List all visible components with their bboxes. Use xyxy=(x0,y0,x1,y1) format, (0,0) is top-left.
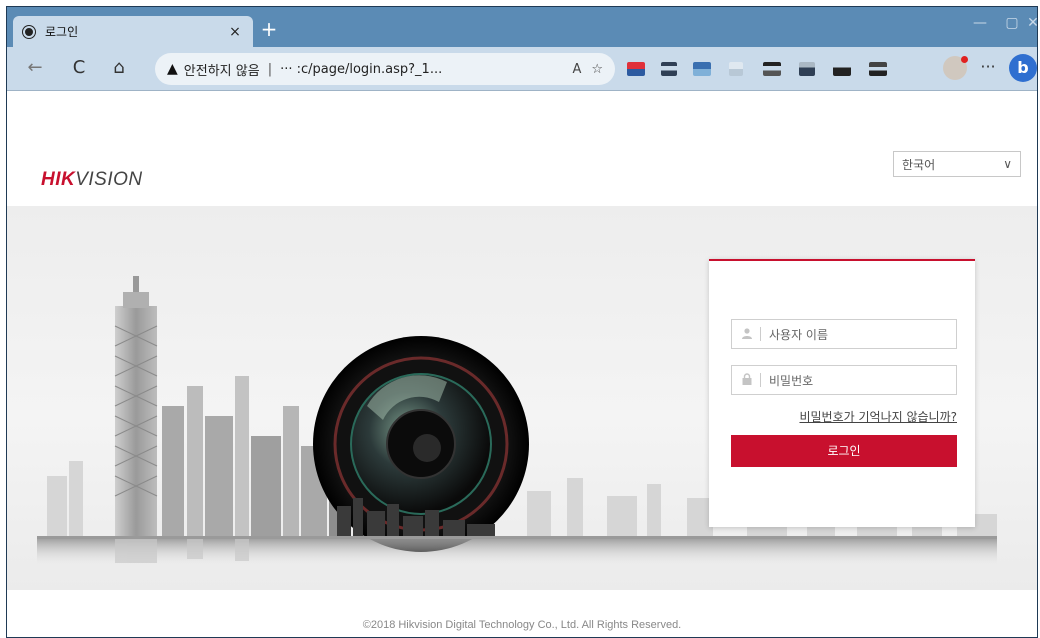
address-bar[interactable]: ▲ 안전하지 않음 | ··· :c/page/login.asp?_1... … xyxy=(155,53,615,85)
chevron-down-icon: ∨ xyxy=(1003,157,1012,171)
password-placeholder: 비밀번호 xyxy=(769,373,814,388)
extension-icon[interactable] xyxy=(869,62,887,76)
bing-chat-button[interactable]: b xyxy=(1009,54,1037,82)
extension-icon[interactable] xyxy=(693,62,711,76)
address-separator: | xyxy=(267,61,273,77)
extension-icon[interactable] xyxy=(833,62,851,76)
login-button[interactable]: 로그인 xyxy=(731,435,957,467)
copyright-footer: ©2018 Hikvision Digital Technology Co., … xyxy=(362,619,682,631)
lock-icon xyxy=(740,373,754,387)
security-label: 안전하지 않음 xyxy=(183,63,260,79)
address-url[interactable]: ··· :c/page/login.asp?_1... xyxy=(280,62,562,77)
warning-triangle-icon: ▲ xyxy=(167,61,178,77)
refresh-button[interactable]: C xyxy=(67,57,91,79)
browser-window: 로그인 × + — ▢ ✕ ← C ⌂ ▲ 안전하지 않음 | ··· :c/p… xyxy=(6,6,1038,638)
profile-avatar[interactable] xyxy=(943,56,968,80)
extension-icon[interactable] xyxy=(729,62,743,76)
field-divider xyxy=(760,373,761,387)
tab-login[interactable]: 로그인 × xyxy=(13,16,253,47)
username-placeholder: 사용자 이름 xyxy=(769,327,829,342)
language-select[interactable]: 한국어 ∨ xyxy=(893,151,1021,177)
extension-icon[interactable] xyxy=(661,62,677,76)
tab-close-button[interactable]: × xyxy=(227,24,243,40)
tab-title: 로그인 xyxy=(45,25,79,39)
close-window-button[interactable]: ✕ xyxy=(1027,15,1037,31)
more-menu-button[interactable]: ··· xyxy=(973,57,1003,76)
username-field[interactable]: 사용자 이름 xyxy=(731,319,957,349)
favorite-icon[interactable]: ☆ xyxy=(591,62,603,77)
field-divider xyxy=(760,327,761,341)
login-card: 사용자 이름 비밀번호 비밀번호가 기억나지 않습니까? 로그인 xyxy=(709,259,975,527)
home-button[interactable]: ⌂ xyxy=(107,57,131,79)
language-selected: 한국어 xyxy=(902,157,936,172)
tab-bar: 로그인 × + — ▢ ✕ xyxy=(7,7,1037,47)
page-content: HIKVISION 한국어 ∨ 사용자 이름 비밀번호 비밀번호가 기억나지 않… xyxy=(7,92,1037,637)
favicon-icon xyxy=(23,25,35,38)
minimize-button[interactable]: — xyxy=(965,15,995,31)
new-tab-button[interactable]: + xyxy=(257,19,281,39)
extension-icon[interactable] xyxy=(763,62,781,76)
maximize-button[interactable]: ▢ xyxy=(997,15,1027,31)
back-button[interactable]: ← xyxy=(23,57,47,79)
browser-toolbar: ← C ⌂ ▲ 안전하지 않음 | ··· :c/page/login.asp?… xyxy=(7,47,1037,91)
forgot-password-link[interactable]: 비밀번호가 기억나지 않습니까? xyxy=(799,408,957,425)
hikvision-logo: HIKVISION xyxy=(41,169,143,190)
password-field[interactable]: 비밀번호 xyxy=(731,365,957,395)
extension-icon[interactable] xyxy=(799,62,815,76)
extension-icon[interactable] xyxy=(627,62,645,76)
user-icon xyxy=(740,327,754,341)
read-aloud-icon[interactable]: A xyxy=(572,62,581,77)
